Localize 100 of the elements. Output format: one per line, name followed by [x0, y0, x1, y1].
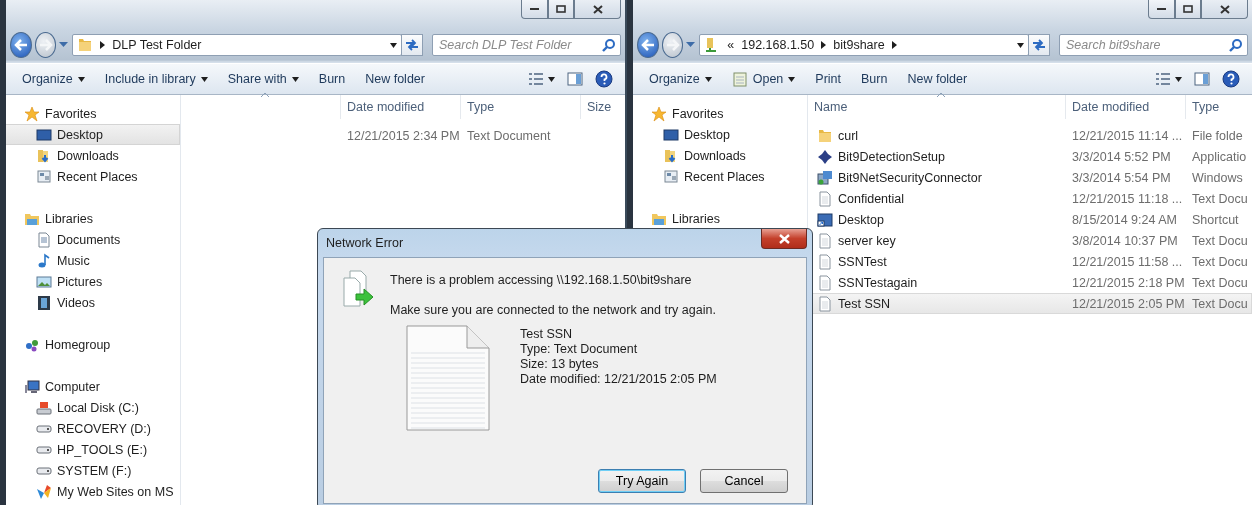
search-field[interactable]: Search DLP Test Folder [439, 35, 602, 55]
caret-icon [704, 76, 712, 82]
toolbar-button[interactable]: Include in library [94, 69, 218, 89]
nav-item[interactable]: Recent Places [6, 166, 180, 187]
refresh-button[interactable] [1028, 34, 1050, 56]
nav-item[interactable]: My Web Sites on MS [6, 481, 180, 502]
column-header[interactable]: Name [808, 95, 1066, 119]
column-header[interactable]: Date modified [341, 95, 461, 119]
nav-group[interactable]: Favorites [6, 103, 180, 124]
maximize-icon [556, 5, 566, 13]
caret-icon [59, 42, 69, 48]
search-box[interactable]: Search bit9share [1059, 34, 1248, 56]
file-row[interactable]: Desktop 8/15/2014 9:24 AM Shortcut [811, 209, 1252, 230]
dialog-button[interactable]: Cancel [700, 469, 788, 493]
web-sites-icon [36, 483, 52, 500]
address-bar[interactable]: DLP Test Folder [72, 34, 403, 56]
file-date: Date modified: 12/21/2015 2:05 PM [520, 372, 717, 387]
folder-icon [77, 37, 94, 53]
close-button[interactable] [574, 0, 621, 19]
file-row[interactable]: SSNTest 12/21/2015 11:58 ... Text Docu [811, 251, 1252, 272]
file-row[interactable]: server key 3/8/2014 10:37 PM Text Docu [811, 230, 1252, 251]
breadcrumb[interactable]: 192.168.1.50 [741, 38, 815, 52]
file-row[interactable]: Bit9NetSecurityConnector 3/3/2014 5:54 PM Windows [811, 167, 1252, 188]
file-transfer-icon [342, 270, 376, 308]
back-button[interactable] [10, 32, 32, 58]
file-row[interactable]: Test SSN 12/21/2015 2:05 PM Text Docu [811, 293, 1252, 314]
search-icon [602, 38, 616, 52]
toolbar-button[interactable]: Open [721, 68, 806, 90]
minimize-button[interactable] [521, 0, 548, 19]
back-button[interactable] [637, 32, 659, 58]
caret-icon [1175, 76, 1182, 82]
nav-item[interactable]: Desktop [633, 124, 807, 145]
forward-arrow-icon [38, 39, 53, 51]
nav-group[interactable]: Libraries [633, 208, 807, 229]
minimize-icon [1157, 7, 1166, 11]
maximize-button[interactable] [1175, 0, 1201, 19]
nav-item[interactable]: Videos [6, 292, 180, 313]
preview-pane-icon [1194, 72, 1210, 86]
toolbar-button[interactable]: New folder [355, 69, 435, 89]
breadcrumb[interactable]: « [727, 38, 735, 52]
maximize-button[interactable] [548, 0, 574, 19]
close-icon [778, 233, 790, 244]
close-button[interactable] [1201, 0, 1248, 19]
nav-item[interactable]: Recent Places [633, 166, 807, 187]
caret-icon [788, 76, 796, 82]
column-header[interactable]: Type [1186, 95, 1252, 119]
caret-icon [200, 76, 208, 82]
document-icon [36, 231, 52, 248]
column-header[interactable]: Type [461, 95, 581, 119]
nav-item[interactable]: RECOVERY (D:) [6, 418, 180, 439]
nav-item[interactable]: Local Disk (C:) [6, 397, 180, 418]
toolbar-button[interactable]: Organize [639, 69, 722, 89]
dialog-button[interactable]: Try Again [598, 469, 686, 493]
nav-group[interactable]: Computer [6, 376, 180, 397]
toolbar-button[interactable]: Burn [851, 69, 898, 89]
nav-item[interactable]: Desktop [6, 124, 180, 145]
setup-program-icon [817, 148, 833, 165]
refresh-button[interactable] [401, 34, 423, 56]
close-button[interactable] [761, 229, 807, 249]
nav-item[interactable]: Documents [6, 229, 180, 250]
preview-pane-icon [567, 72, 583, 86]
drive-icon [36, 424, 52, 433]
nav-item[interactable]: HP_TOOLS (E:) [6, 439, 180, 460]
nav-group[interactable]: Libraries [6, 208, 180, 229]
toolbar-button[interactable]: Print [805, 69, 852, 89]
nav-item[interactable]: Music [6, 250, 180, 271]
nav-item[interactable]: Downloads [633, 145, 807, 166]
search-field[interactable]: Search bit9share [1066, 35, 1229, 55]
column-header[interactable]: Date modified [1066, 95, 1186, 119]
toolbar-button[interactable]: Share with [217, 69, 309, 89]
address-bar[interactable]: « 192.168.1.50 bit9share [699, 34, 1030, 56]
nav-group[interactable]: Homegroup [6, 334, 180, 355]
toolbar-button[interactable]: Burn [308, 69, 356, 89]
maximize-icon [1183, 5, 1193, 13]
text-file-icon [817, 253, 833, 270]
search-icon [1229, 38, 1243, 52]
forward-button[interactable] [661, 32, 684, 58]
forward-button[interactable] [34, 32, 57, 58]
file-row[interactable]: Confidential 12/21/2015 11:18 ... Text Docu [811, 188, 1252, 209]
refresh-arrows-icon [1031, 38, 1048, 52]
toolbar-button[interactable]: Organize [12, 69, 95, 89]
breadcrumb[interactable]: DLP Test Folder [112, 38, 202, 52]
minimize-button[interactable] [1148, 0, 1175, 19]
nav-item[interactable]: Pictures [6, 271, 180, 292]
nav-group[interactable]: Favorites [633, 103, 807, 124]
file-row[interactable]: 12/21/2015 2:34 PM Text Document [184, 125, 625, 146]
film-icon [36, 294, 52, 311]
nav-item[interactable]: Downloads [6, 145, 180, 166]
dialog-title: Network Error [325, 236, 404, 250]
search-box[interactable]: Search DLP Test Folder [432, 34, 621, 56]
nav-item[interactable]: SYSTEM (F:) [6, 460, 180, 481]
file-name: Test SSN [520, 327, 574, 342]
toolbar-button[interactable]: New folder [897, 69, 978, 89]
caret-icon [77, 76, 85, 82]
file-row[interactable]: SSNTestagain 12/21/2015 2:18 PM Text Docu [811, 272, 1252, 293]
file-row[interactable]: curl 12/21/2015 11:14 ... File folde [811, 125, 1252, 146]
breadcrumb[interactable]: bit9share [833, 38, 885, 52]
text-file-icon [817, 190, 833, 207]
close-icon [592, 4, 603, 14]
file-row[interactable]: Bit9DetectionSetup 3/3/2014 5:52 PM Applicatio [811, 146, 1252, 167]
